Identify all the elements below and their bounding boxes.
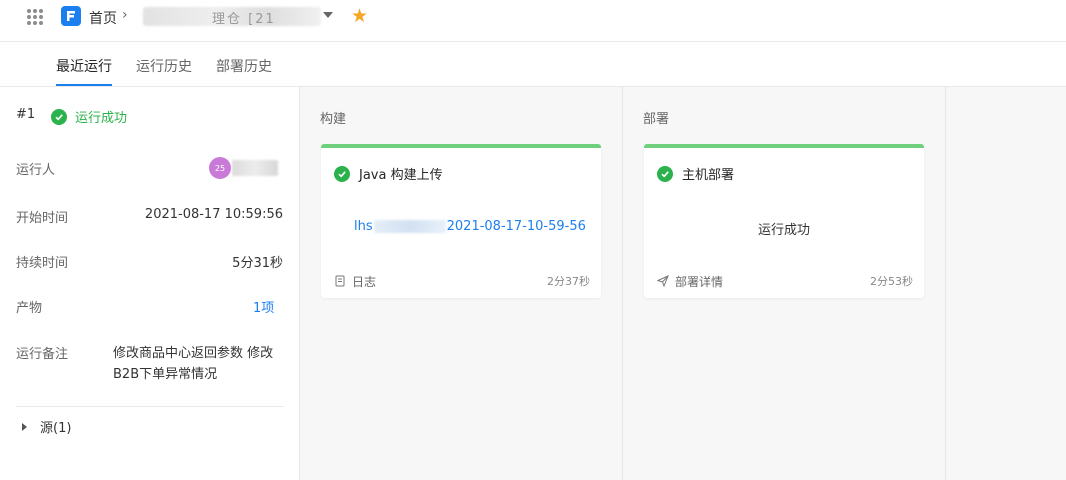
pipeline-stages: 构建 Java 构建上传 lhs 2021-08-17-10-59-56 日志 … [300,87,1066,480]
tab-recent-runs[interactable]: 最近运行 [56,56,112,76]
run-number: #1 [16,107,36,122]
stage-title: 部署 [643,112,670,127]
active-tab-indicator [56,84,112,86]
divider [16,406,284,407]
source-label: 源(1) [40,421,72,436]
link-suffix: 2021-08-17-10-59-56 [446,219,586,234]
tab-run-history[interactable]: 运行历史 [136,56,192,76]
deploy-detail-button[interactable]: 部署详情 [657,273,723,290]
run-status-text: 运行成功 [75,111,128,126]
job-duration: 2分53秒 [870,275,913,288]
check-circle-icon [51,108,67,125]
avatar[interactable]: 25 [209,157,231,179]
runner-name-redacted [232,160,278,176]
check-circle-icon [657,165,673,182]
tab-deploy-history[interactable]: 部署历史 [216,56,272,76]
start-time-label: 开始时间 [16,211,69,226]
tab-bar: 最近运行 运行历史 部署历史 [0,42,1066,87]
job-footer: 日志 2分37秒 [334,273,590,289]
stage-deploy: 部署 主机部署 运行成功 部署详情 2分53秒 [623,87,946,480]
deploy-detail-label: 部署详情 [675,274,724,289]
check-circle-icon [334,165,350,182]
caret-right-icon [22,422,27,431]
job-title-row: Java 构建上传 [334,164,443,183]
log-button[interactable]: 日志 [334,273,376,290]
star-icon[interactable]: ★ [351,5,368,27]
link-prefix: lhs [354,219,373,234]
app-logo-icon[interactable] [61,6,81,26]
start-time-value: 2021-08-17 10:59:56 [144,207,283,222]
project-name[interactable]: 理仓 [21 [212,8,276,27]
job-title: Java 构建上传 [359,168,443,183]
runner-label: 运行人 [16,163,56,178]
run-status: 运行成功 [51,107,127,126]
send-icon [657,275,669,287]
note-value: 修改商品中心返回参数 修改B2B下单异常情况 [113,346,274,382]
stage-build: 构建 Java 构建上传 lhs 2021-08-17-10-59-56 日志 … [300,87,623,480]
job-footer: 部署详情 2分53秒 [657,273,913,289]
job-title-row: 主机部署 [657,164,734,183]
note-label: 运行备注 [16,347,69,362]
duration-label: 持续时间 [16,256,69,271]
log-icon [335,275,345,287]
chevron-right-icon: › [122,7,128,23]
job-card-deploy[interactable]: 主机部署 运行成功 部署详情 2分53秒 [644,144,924,298]
source-toggle[interactable]: 源(1) [22,417,71,436]
artifact-label: 产物 [16,301,43,316]
job-duration: 2分37秒 [547,275,590,288]
artifact-link[interactable]: 1项 [253,297,274,316]
job-card-build[interactable]: Java 构建上传 lhs 2021-08-17-10-59-56 日志 2分3… [321,144,601,298]
breadcrumb-home[interactable]: 首页 [89,8,117,28]
log-label: 日志 [352,274,377,289]
top-header: 首页 › 理仓 [21 ★ [0,0,1066,42]
job-title: 主机部署 [682,168,735,183]
stage-title: 构建 [320,112,347,127]
chevron-down-icon[interactable] [323,12,333,18]
artifact-version-link[interactable]: lhs 2021-08-17-10-59-56 [354,219,586,234]
apps-grid-icon[interactable] [27,9,43,25]
link-redacted [373,220,446,233]
duration-value: 5分31秒 [232,256,283,271]
deploy-status-text: 运行成功 [757,223,810,238]
run-info-panel: #1 运行成功 运行人 25 开始时间 2021-08-17 10:59:56 … [0,87,300,480]
